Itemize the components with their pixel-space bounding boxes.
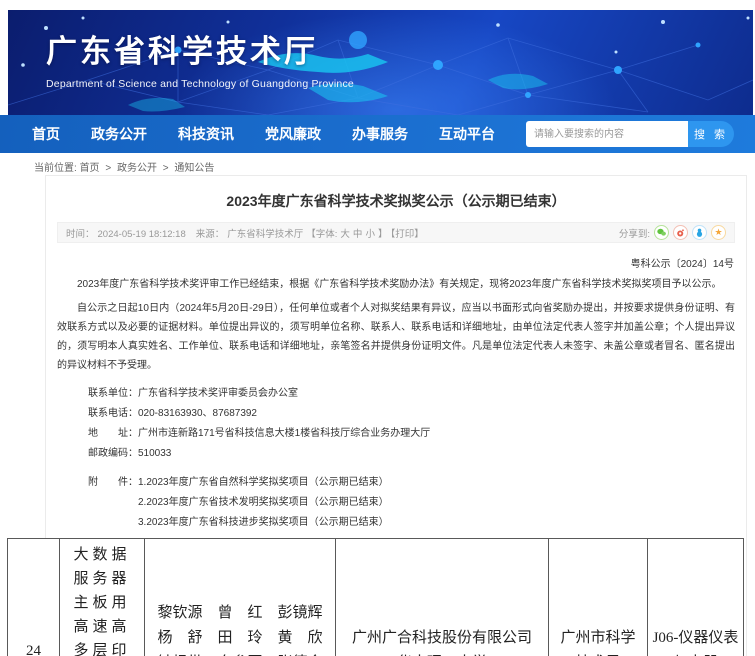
article-meta-left: 时间：2024-05-19 18:12:18 来源：广东省科学技术厅【字体:大中小…: [66, 226, 427, 240]
cell-category: J06-仪器仪表与电器: [648, 539, 744, 656]
font-size-close: 】: [378, 229, 388, 240]
breadcrumb-separator: >: [105, 163, 111, 174]
cell-nominator: 广州市科学技术局: [549, 539, 648, 656]
document-number: 粤科公示〔2024〕14号: [46, 243, 746, 270]
contact-address-row: 地 址：广州市连新路171号省科技信息大楼1楼省科技厅综合业务办理大厅: [88, 424, 735, 444]
site-title: 广东省科学技术厅: [46, 26, 354, 71]
article-paragraph: 2023年度广东省科学技术奖评审工作已经结束，根据《广东省科学技术奖励办法》有关…: [57, 275, 735, 294]
font-size-open: 【字体:: [306, 229, 337, 240]
nav-item-services[interactable]: 办事服务: [352, 124, 408, 144]
site-subtitle: Department of Science and Technology of …: [46, 78, 354, 90]
award-table: 24 大数据服务器主板用高速高多层印制电路关键技术及产业化 黎钦源 曾 红 彭镜…: [7, 538, 744, 656]
cell-organizations: 广州广合科技股份有限公司 华南理工大学: [336, 539, 549, 656]
search-box: 搜 索: [526, 121, 734, 147]
attachment-link-2[interactable]: 2.2023年度广东省技术发明奖拟奖项目（公示期已结束）: [138, 493, 389, 513]
attachment-link-1[interactable]: 1.2023年度广东省自然科学奖拟奖项目（公示期已结束）: [138, 473, 389, 493]
share-bar: 分享到: ★: [619, 225, 726, 240]
awardee-line: 钟根带 向参军 张德金: [155, 651, 325, 656]
attachments-label: 附 件：: [88, 473, 138, 533]
awardee-line: 杨 舒 田 玲 黄 欣: [155, 626, 325, 651]
breadcrumb: 当前位置: 首页 > 政务公开 > 通知公告: [0, 153, 755, 175]
attachments-block: 附 件： 1.2023年度广东省自然科学奖拟奖项目（公示期已结束） 2.2023…: [88, 473, 735, 533]
contact-phone-row: 联系电话：020-83163930、87687392: [88, 404, 735, 424]
page-title: 2023年度广东省科学技术奖拟奖公示（公示期已结束）: [46, 176, 746, 222]
contact-postcode-label: 邮政编码：: [88, 448, 138, 459]
share-weibo-icon[interactable]: [673, 225, 688, 240]
search-button[interactable]: 搜 索: [688, 121, 734, 147]
search-input[interactable]: [526, 121, 688, 147]
contact-address-value: 广州市连新路171号省科技信息大楼1楼省科技厅综合业务办理大厅: [138, 428, 430, 439]
share-qq-icon[interactable]: [692, 225, 707, 240]
contact-address-label: 地 址：: [88, 428, 138, 439]
share-favorite-star-icon[interactable]: ★: [711, 225, 726, 240]
contact-block: 联系单位：广东省科学技术奖评审委员会办公室 联系电话：020-83163930、…: [88, 384, 735, 464]
meta-time-label: 时间：: [66, 229, 95, 240]
article-paragraph: 自公示之日起10日内（2024年5月20日-29日），任何单位或者个人对拟奖结果…: [57, 299, 735, 375]
contact-unit-value: 广东省科学技术奖评审委员会办公室: [138, 388, 298, 399]
breadcrumb-separator: >: [163, 163, 169, 174]
nav-item-home[interactable]: 首页: [32, 124, 60, 144]
organization-line: 广州广合科技股份有限公司: [348, 626, 536, 651]
contact-phone-value: 020-83163930、87687392: [138, 408, 257, 419]
breadcrumb-home[interactable]: 首页: [80, 163, 100, 174]
contact-phone-label: 联系电话：: [88, 408, 138, 419]
cell-project-title: 大数据服务器主板用高速高多层印制电路关键技术及产业化: [60, 539, 145, 656]
share-label: 分享到:: [619, 226, 650, 240]
contact-unit-label: 联系单位：: [88, 388, 138, 399]
breadcrumb-notices[interactable]: 通知公告: [174, 163, 214, 174]
print-button[interactable]: 【打印】: [390, 229, 423, 240]
article-meta-bar: 时间：2024-05-19 18:12:18 来源：广东省科学技术厅【字体:大中小…: [57, 222, 735, 243]
main-nav: 首页 政务公开 科技资讯 党风廉政 办事服务 互动平台 搜 索: [0, 115, 755, 153]
nav-item-party-conduct[interactable]: 党风廉政: [265, 124, 321, 144]
font-size-medium[interactable]: 中: [353, 229, 363, 240]
nav-item-sci-tech-news[interactable]: 科技资讯: [178, 124, 234, 144]
font-size-large[interactable]: 大: [340, 229, 350, 240]
meta-source-label: 来源：: [196, 229, 225, 240]
site-banner: 广东省科学技术厅 Department of Science and Techn…: [8, 10, 753, 115]
contact-unit-row: 联系单位：广东省科学技术奖评审委员会办公室: [88, 384, 735, 404]
nav-item-interaction[interactable]: 互动平台: [439, 124, 495, 144]
organization-line: 华南理工大学: [348, 651, 536, 656]
attachment-link-3[interactable]: 3.2023年度广东省科技进步奖拟奖项目（公示期已结束）: [138, 513, 389, 533]
breadcrumb-gov-affairs[interactable]: 政务公开: [117, 163, 157, 174]
cell-awardees: 黎钦源 曾 红 彭镜辉 杨 舒 田 玲 黄 欣 钟根带 向参军 张德金 倪浩然: [145, 539, 336, 656]
awardee-line: 黎钦源 曾 红 彭镜辉: [155, 601, 325, 626]
share-wechat-icon[interactable]: [654, 225, 669, 240]
cell-row-number: 24: [8, 539, 60, 656]
table-row: 24 大数据服务器主板用高速高多层印制电路关键技术及产业化 黎钦源 曾 红 彭镜…: [8, 539, 744, 656]
font-size-small[interactable]: 小: [365, 229, 375, 240]
meta-source-value: 广东省科学技术厅: [227, 229, 303, 240]
breadcrumb-label: 当前位置:: [34, 163, 77, 174]
contact-postcode-row: 邮政编码：510033: [88, 444, 735, 464]
meta-time-value: 2024-05-19 18:12:18: [98, 229, 186, 240]
article-container: 2023年度广东省科学技术奖拟奖公示（公示期已结束） 时间：2024-05-19…: [45, 175, 747, 656]
contact-postcode-value: 510033: [138, 448, 171, 459]
nav-item-gov-affairs[interactable]: 政务公开: [91, 124, 147, 144]
